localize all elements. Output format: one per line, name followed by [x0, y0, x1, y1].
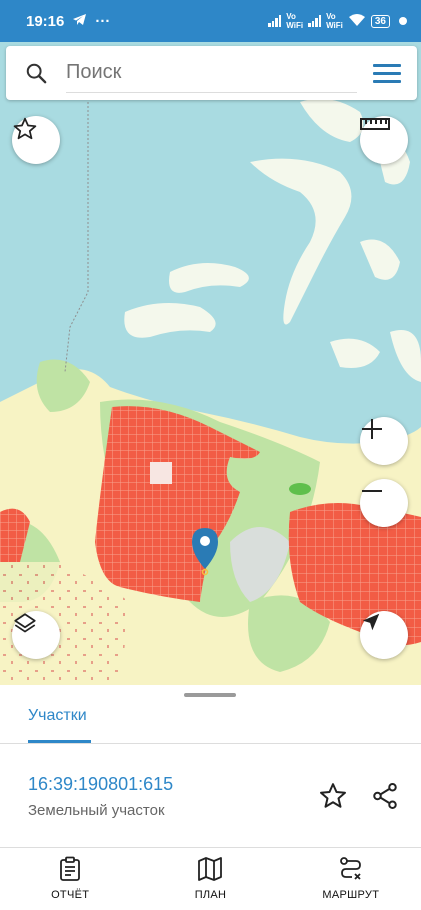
notification-dot: [399, 17, 407, 25]
locate-button[interactable]: [360, 611, 408, 659]
nav-route[interactable]: МАРШРУТ: [281, 848, 421, 910]
nav-plan-label: ПЛАН: [194, 889, 227, 901]
battery-indicator: 36: [370, 14, 390, 28]
add-favorite-button[interactable]: [318, 781, 348, 816]
share-button[interactable]: [370, 781, 400, 816]
search-bar: [6, 46, 417, 100]
vowifi-label: Vo WiFi: [286, 12, 304, 30]
zoom-out-button[interactable]: [360, 479, 408, 527]
clock: 19:16: [26, 12, 65, 30]
vowifi-label: Vo WiFi: [326, 12, 343, 30]
favorites-button[interactable]: [12, 116, 60, 164]
status-bar: 19:16 ··· Vo WiFi Vo WiFi 36: [0, 0, 421, 42]
nav-report-label: ОТЧЁТ: [51, 889, 90, 901]
nav-report[interactable]: ОТЧЁТ: [0, 848, 140, 910]
clipboard-icon: [58, 856, 82, 885]
divider: [0, 743, 421, 744]
nav-route-label: МАРШРУТ: [322, 889, 380, 901]
hamburger-icon: [373, 63, 401, 67]
map-icon: [197, 856, 223, 885]
ruler-button[interactable]: [360, 116, 408, 164]
search-input[interactable]: [66, 53, 357, 93]
bottom-nav: ОТЧЁТ ПЛАН МАРШРУТ: [0, 848, 421, 910]
telegram-icon: [72, 13, 87, 30]
map-canvas: [0, 42, 421, 685]
wifi-icon: [348, 13, 366, 29]
more-icon: ···: [95, 12, 111, 30]
route-icon: [338, 856, 364, 885]
star-icon: [318, 783, 348, 815]
nav-plan[interactable]: ПЛАН: [140, 848, 280, 910]
signal-icon: [268, 15, 282, 27]
share-icon: [370, 783, 400, 815]
parcel-type: Земельный участок: [28, 802, 165, 819]
layers-button[interactable]: [12, 611, 60, 659]
menu-button[interactable]: [357, 63, 417, 83]
signal-icon: [308, 15, 322, 27]
parcel-cadastral-number[interactable]: 16:39:190801:615: [28, 774, 173, 795]
tab-parcels[interactable]: Участки: [28, 707, 87, 725]
zoom-in-button[interactable]: [360, 417, 408, 465]
sheet-handle[interactable]: [184, 693, 236, 697]
search-icon[interactable]: [6, 62, 66, 84]
map-view[interactable]: [0, 42, 421, 685]
